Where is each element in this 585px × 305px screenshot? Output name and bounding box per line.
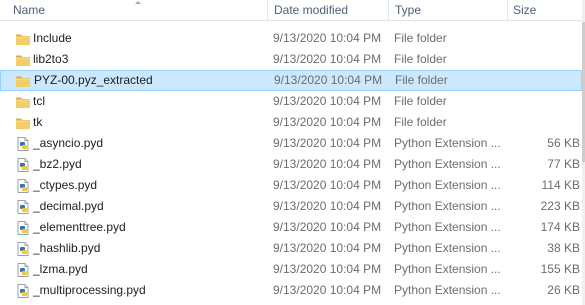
- folder-icon: [15, 94, 31, 110]
- file-type: File folder: [394, 52, 447, 66]
- column-header-bar: Name Date modified Type Size: [0, 0, 585, 21]
- python-extension-icon: [15, 136, 31, 152]
- python-extension-icon: [15, 157, 31, 173]
- file-date-modified: 9/13/2020 10:04 PM: [274, 73, 383, 87]
- file-row[interactable]: _bz2.pyd 9/13/2020 10:04 PM Python Extensi…: [0, 154, 582, 175]
- file-size: 26 KB: [547, 283, 580, 297]
- file-size: [510, 112, 580, 133]
- folder-icon: [15, 115, 31, 131]
- file-row[interactable]: lib2to3 9/13/2020 10:04 PM File folder: [0, 49, 582, 70]
- file-row[interactable]: _multiprocessing.pyd 9/13/2020 10:04 PM Py…: [0, 280, 582, 301]
- file-date-modified: 9/13/2020 10:04 PM: [273, 157, 382, 171]
- file-type: Python Extension ...: [394, 283, 501, 297]
- python-extension-icon: [15, 178, 31, 194]
- file-size: [511, 70, 581, 91]
- file-name: PYZ-00.pyz_extracted: [34, 73, 153, 87]
- file-row[interactable]: tk 9/13/2020 10:04 PM File folder: [0, 112, 582, 133]
- file-size: [510, 91, 580, 112]
- file-date-modified: 9/13/2020 10:04 PM: [273, 52, 382, 66]
- file-type: Python Extension ...: [394, 241, 501, 255]
- file-type: Python Extension ...: [394, 199, 501, 213]
- file-date-modified: 9/13/2020 10:04 PM: [273, 283, 382, 297]
- column-divider[interactable]: [388, 0, 389, 20]
- python-extension-icon: [15, 199, 31, 215]
- file-list: Include 9/13/2020 10:04 PM File folder lib2…: [0, 28, 582, 301]
- file-type: Python Extension ...: [394, 157, 501, 171]
- file-row[interactable]: tcl 9/13/2020 10:04 PM File folder: [0, 91, 582, 112]
- file-row[interactable]: _ctypes.pyd 9/13/2020 10:04 PM Python Exte…: [0, 175, 582, 196]
- file-name: _ctypes.pyd: [33, 178, 98, 192]
- python-extension-icon: [15, 262, 31, 278]
- file-row[interactable]: PYZ-00.pyz_extracted 9/13/2020 10:04 PM Fi…: [0, 70, 582, 91]
- file-type: File folder: [394, 94, 447, 108]
- column-divider[interactable]: [507, 0, 508, 20]
- file-size: 77 KB: [547, 157, 580, 171]
- file-name: _decimal.pyd: [33, 199, 104, 213]
- folder-icon: [15, 52, 31, 68]
- file-size: 155 KB: [540, 262, 580, 276]
- file-row[interactable]: _asyncio.pyd 9/13/2020 10:04 PM Python Ext…: [0, 133, 582, 154]
- file-name: Include: [33, 31, 72, 45]
- file-date-modified: 9/13/2020 10:04 PM: [273, 178, 382, 192]
- file-name: _multiprocessing.pyd: [33, 283, 146, 297]
- file-size: [510, 49, 580, 70]
- file-date-modified: 9/13/2020 10:04 PM: [273, 31, 382, 45]
- column-header-date-modified[interactable]: Date modified: [274, 0, 348, 20]
- file-type: Python Extension ...: [394, 178, 501, 192]
- file-size: 38 KB: [547, 241, 580, 255]
- file-date-modified: 9/13/2020 10:04 PM: [273, 220, 382, 234]
- file-type: File folder: [394, 31, 447, 45]
- column-header-name[interactable]: Name: [13, 0, 45, 20]
- file-size: 56 KB: [547, 136, 580, 150]
- column-header-type[interactable]: Type: [395, 0, 421, 20]
- file-row[interactable]: _hashlib.pyd 9/13/2020 10:04 PM Python Ext…: [0, 238, 582, 259]
- file-date-modified: 9/13/2020 10:04 PM: [273, 199, 382, 213]
- file-type: Python Extension ...: [394, 220, 501, 234]
- sort-ascending-icon: [135, 1, 141, 4]
- file-name: _lzma.pyd: [33, 262, 88, 276]
- file-type: File folder: [395, 73, 448, 87]
- file-name: tcl: [33, 94, 45, 108]
- file-date-modified: 9/13/2020 10:04 PM: [273, 241, 382, 255]
- file-type: Python Extension ...: [394, 262, 501, 276]
- file-name: tk: [33, 115, 43, 129]
- file-date-modified: 9/13/2020 10:04 PM: [273, 94, 382, 108]
- file-date-modified: 9/13/2020 10:04 PM: [273, 136, 382, 150]
- file-name: lib2to3: [33, 52, 69, 66]
- folder-icon: [15, 73, 31, 89]
- column-header-size[interactable]: Size: [513, 0, 536, 20]
- file-size: 223 KB: [540, 199, 580, 213]
- file-size: 114 KB: [541, 178, 580, 192]
- python-extension-icon: [15, 283, 31, 299]
- file-name: _asyncio.pyd: [33, 136, 104, 150]
- file-size: 174 KB: [540, 220, 580, 234]
- file-explorer-window: Name Date modified Type Size Include 9/13…: [0, 0, 585, 305]
- file-name: _elementtree.pyd: [33, 220, 126, 234]
- file-row[interactable]: _elementtree.pyd 9/13/2020 10:04 PM Python…: [0, 217, 582, 238]
- column-divider[interactable]: [267, 0, 268, 20]
- file-row[interactable]: _decimal.pyd 9/13/2020 10:04 PM Python Ext…: [0, 196, 582, 217]
- file-size: [510, 28, 580, 49]
- file-type: Python Extension ...: [394, 136, 501, 150]
- file-date-modified: 9/13/2020 10:04 PM: [273, 115, 382, 129]
- file-row[interactable]: Include 9/13/2020 10:04 PM File folder: [0, 28, 582, 49]
- python-extension-icon: [15, 220, 31, 236]
- file-name: _hashlib.pyd: [33, 241, 101, 255]
- file-name: _bz2.pyd: [33, 157, 82, 171]
- file-type: File folder: [394, 115, 447, 129]
- file-date-modified: 9/13/2020 10:04 PM: [273, 262, 382, 276]
- folder-icon: [15, 31, 31, 47]
- file-row[interactable]: _lzma.pyd 9/13/2020 10:04 PM Python Extens…: [0, 259, 582, 280]
- python-extension-icon: [15, 241, 31, 257]
